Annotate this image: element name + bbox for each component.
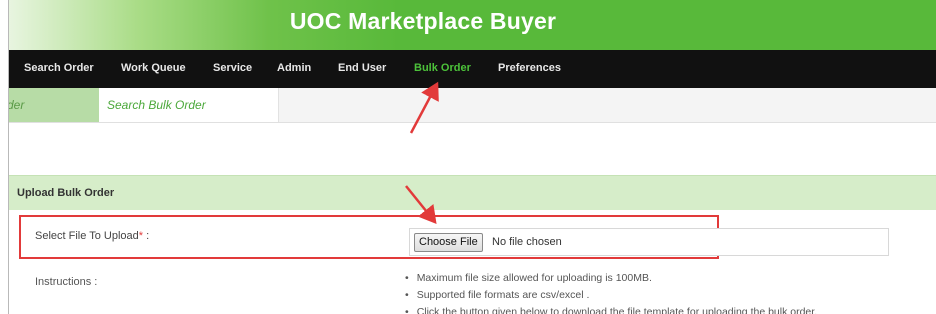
nav-item-admin[interactable]: Admin: [277, 62, 311, 74]
app-window: UOC Marketplace Buyer Search Order Work …: [8, 0, 936, 314]
choose-file-button[interactable]: Choose File: [414, 233, 483, 252]
tab-search-bulk-order[interactable]: Search Bulk Order: [99, 88, 279, 122]
main-nav: Search Order Work Queue Service Admin En…: [9, 50, 936, 88]
section-title: Upload Bulk Order: [17, 187, 115, 199]
nav-item-search-order[interactable]: Search Order: [24, 62, 94, 74]
file-upload-input[interactable]: Choose File No file chosen: [409, 228, 889, 256]
nav-item-end-user[interactable]: End User: [338, 62, 386, 74]
instructions-list: Maximum file size allowed for uploading …: [405, 272, 817, 314]
instruction-item: Click the button given below to download…: [405, 306, 817, 314]
tab-bulk-order[interactable]: rder: [9, 88, 99, 122]
file-status-text: No file chosen: [492, 236, 562, 248]
brand-header: UOC Marketplace Buyer: [9, 0, 936, 50]
instruction-item: Maximum file size allowed for uploading …: [405, 272, 817, 289]
app-title: UOC Marketplace Buyer: [289, 8, 557, 34]
file-upload-label-text: Select File To Upload: [35, 230, 139, 242]
file-upload-label: Select File To Upload* :: [35, 230, 149, 242]
nav-item-bulk-order[interactable]: Bulk Order: [414, 62, 471, 74]
nav-item-work-queue[interactable]: Work Queue: [121, 62, 186, 74]
instructions-label: Instructions :: [35, 276, 98, 288]
nav-item-service[interactable]: Service: [213, 62, 252, 74]
section-header: Upload Bulk Order: [9, 175, 936, 210]
instruction-item: Supported file formats are csv/excel .: [405, 289, 817, 306]
nav-item-preferences[interactable]: Preferences: [498, 62, 561, 74]
file-upload-label-suffix: :: [143, 230, 150, 242]
sub-tabs: rder Search Bulk Order: [9, 88, 936, 123]
